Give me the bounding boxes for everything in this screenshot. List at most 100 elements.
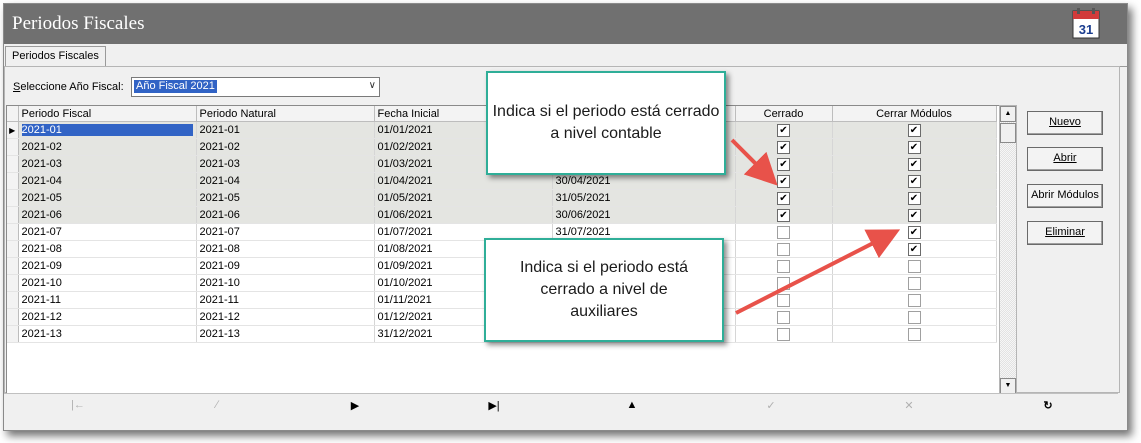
checkbox-cerrar-modulos[interactable]: ✔: [907, 225, 921, 239]
col-periodo-fiscal[interactable]: Periodo Fiscal: [18, 106, 197, 122]
scroll-up-icon[interactable]: ▲: [1000, 106, 1016, 122]
cell-periodo-fiscal[interactable]: 2021-13: [18, 325, 197, 343]
checkbox-cerrado[interactable]: [777, 242, 790, 256]
refresh-icon[interactable]: ↻: [1038, 399, 1058, 412]
first-record-icon[interactable]: |←: [68, 399, 88, 411]
last-record-icon[interactable]: ▶|: [484, 399, 504, 412]
cell-periodo-natural[interactable]: 2021-11: [196, 291, 375, 309]
checkbox-cerrado[interactable]: [777, 327, 790, 341]
checkbox-cerrar-modulos[interactable]: ✔: [907, 191, 921, 205]
checkbox-cerrado[interactable]: ✔: [777, 157, 790, 171]
cell-periodo-natural[interactable]: 2021-10: [196, 274, 375, 292]
fiscal-year-select[interactable]: Año Fiscal 2021 ∨: [131, 77, 380, 97]
cell-fecha-final[interactable]: 30/06/2021: [552, 206, 736, 224]
cell-periodo-natural[interactable]: 2021-08: [196, 240, 375, 258]
cell-periodo-natural[interactable]: 2021-02: [196, 138, 375, 156]
cell-periodo-fiscal[interactable]: 2021-08: [18, 240, 197, 258]
previous-record-icon[interactable]: ∕: [207, 399, 227, 411]
checkbox-cerrar-modulos[interactable]: [907, 259, 921, 273]
checkbox-cerrar-modulos[interactable]: [907, 310, 921, 324]
abrir-button[interactable]: Abrir: [1027, 147, 1103, 171]
checkbox-cerrar-modulos[interactable]: ✔: [907, 208, 921, 222]
cell-periodo-fiscal[interactable]: 2021-11: [18, 291, 197, 309]
tab-periodos-fiscales[interactable]: Periodos Fiscales: [5, 46, 106, 67]
checkbox-cerrar-modulos[interactable]: [907, 293, 921, 307]
table-row[interactable]: 2021-06 2021-06 01/06/2021 30/06/2021 ✔ ✔: [7, 206, 997, 224]
cell-periodo-fiscal[interactable]: 2021-05: [18, 189, 197, 207]
title-bar: Periodos Fiscales 31: [4, 4, 1127, 44]
cell-periodo-natural[interactable]: 2021-07: [196, 223, 375, 241]
checkbox-cerrar-modulos[interactable]: ✔: [907, 157, 921, 171]
cell-periodo-fiscal[interactable]: 2021-03: [18, 155, 197, 173]
cell-cerrado: ✔: [735, 121, 833, 139]
checkbox-cerrar-modulos[interactable]: [907, 276, 921, 290]
checkbox-cerrado[interactable]: ✔: [777, 123, 790, 137]
cell-fecha-inicial[interactable]: 01/06/2021: [374, 206, 553, 224]
checkbox-cerrado[interactable]: ✔: [777, 191, 790, 205]
col-cerrado[interactable]: Cerrado: [735, 106, 833, 122]
cell-periodo-fiscal[interactable]: 2021-01: [18, 121, 197, 139]
cell-periodo-fiscal-text: 2021-12: [21, 311, 62, 323]
fiscal-year-label: Seleccione Año Fiscal:: [13, 81, 124, 93]
cancel-record-icon[interactable]: ✕: [899, 399, 919, 412]
cell-periodo-fiscal[interactable]: 2021-10: [18, 274, 197, 292]
eliminar-button[interactable]: Eliminar: [1027, 221, 1103, 245]
checkbox-cerrado[interactable]: ✔: [777, 140, 790, 154]
cell-periodo-natural[interactable]: 2021-13: [196, 325, 375, 343]
vertical-scrollbar[interactable]: ▲ ▼: [999, 105, 1017, 395]
checkbox-cerrar-modulos[interactable]: [907, 327, 921, 341]
cell-periodo-fiscal[interactable]: 2021-12: [18, 308, 197, 326]
checkbox-cerrado[interactable]: [777, 259, 790, 273]
cell-periodo-natural[interactable]: 2021-12: [196, 308, 375, 326]
cell-periodo-fiscal[interactable]: 2021-07: [18, 223, 197, 241]
cell-periodo-natural-text: 2021-13: [199, 328, 240, 340]
cell-cerrar-modulos: [832, 257, 997, 275]
checkbox-cerrar-modulos[interactable]: ✔: [907, 123, 921, 137]
cell-fecha-inicial-text: 01/06/2021: [377, 209, 433, 221]
row-indicator: [7, 172, 19, 190]
cell-periodo-fiscal-text: 2021-04: [21, 175, 62, 187]
cell-periodo-natural[interactable]: 2021-06: [196, 206, 375, 224]
cell-cerrar-modulos: ✔: [832, 138, 997, 156]
checkbox-cerrar-modulos[interactable]: ✔: [907, 140, 921, 154]
scroll-down-icon[interactable]: ▼: [1000, 378, 1016, 394]
col-cerrar-modulos[interactable]: Cerrar Módulos: [832, 106, 997, 122]
checkbox-cerrado[interactable]: ✔: [777, 208, 790, 222]
navigation-bar: |← ∕ ▶ ▶| ▲ ✓ ✕ ↻: [4, 393, 1118, 418]
cell-periodo-fiscal[interactable]: 2021-04: [18, 172, 197, 190]
next-record-icon[interactable]: ▶: [345, 399, 365, 412]
cell-periodo-natural[interactable]: 2021-03: [196, 155, 375, 173]
checkbox-cerrado[interactable]: ✔: [777, 174, 790, 188]
abrir-modulos-button[interactable]: Abrir Módulos: [1027, 184, 1103, 208]
cell-cerrado: ✔: [735, 189, 833, 207]
nuevo-button[interactable]: Nuevo: [1027, 111, 1103, 135]
cell-periodo-fiscal[interactable]: 2021-02: [18, 138, 197, 156]
edit-record-icon[interactable]: ✓: [761, 399, 781, 412]
cell-periodo-natural-text: 2021-01: [199, 124, 240, 136]
checkbox-cerrado[interactable]: [777, 276, 790, 290]
checkbox-cerrar-modulos[interactable]: ✔: [907, 242, 921, 256]
cell-periodo-natural[interactable]: 2021-01: [196, 121, 375, 139]
cell-fecha-inicial[interactable]: 01/05/2021: [374, 189, 553, 207]
cell-fecha-inicial-text: 01/05/2021: [377, 192, 433, 204]
cell-periodo-natural[interactable]: 2021-05: [196, 189, 375, 207]
scroll-thumb[interactable]: [1000, 123, 1016, 143]
table-row[interactable]: 2021-04 2021-04 01/04/2021 30/04/2021 ✔ ✔: [7, 172, 997, 190]
table-row[interactable]: 2021-05 2021-05 01/05/2021 31/05/2021 ✔ ✔: [7, 189, 997, 207]
add-record-icon[interactable]: ▲: [622, 399, 642, 411]
cell-periodo-natural[interactable]: 2021-09: [196, 257, 375, 275]
cell-periodo-fiscal-text: 2021-05: [21, 192, 62, 204]
cell-fecha-inicial[interactable]: 01/04/2021: [374, 172, 553, 190]
checkbox-cerrar-modulos[interactable]: ✔: [907, 174, 921, 188]
cell-periodo-fiscal[interactable]: 2021-09: [18, 257, 197, 275]
cell-periodo-natural[interactable]: 2021-04: [196, 172, 375, 190]
col-periodo-natural[interactable]: Periodo Natural: [196, 106, 375, 122]
cell-fecha-final[interactable]: 30/04/2021: [552, 172, 736, 190]
cell-fecha-final[interactable]: 31/05/2021: [552, 189, 736, 207]
cell-periodo-natural-text: 2021-09: [199, 260, 240, 272]
checkbox-cerrado[interactable]: [777, 293, 790, 307]
cell-periodo-fiscal[interactable]: 2021-06: [18, 206, 197, 224]
checkbox-cerrado[interactable]: [777, 310, 790, 324]
checkbox-cerrado[interactable]: [777, 225, 790, 239]
chevron-down-icon[interactable]: ∨: [369, 80, 376, 91]
